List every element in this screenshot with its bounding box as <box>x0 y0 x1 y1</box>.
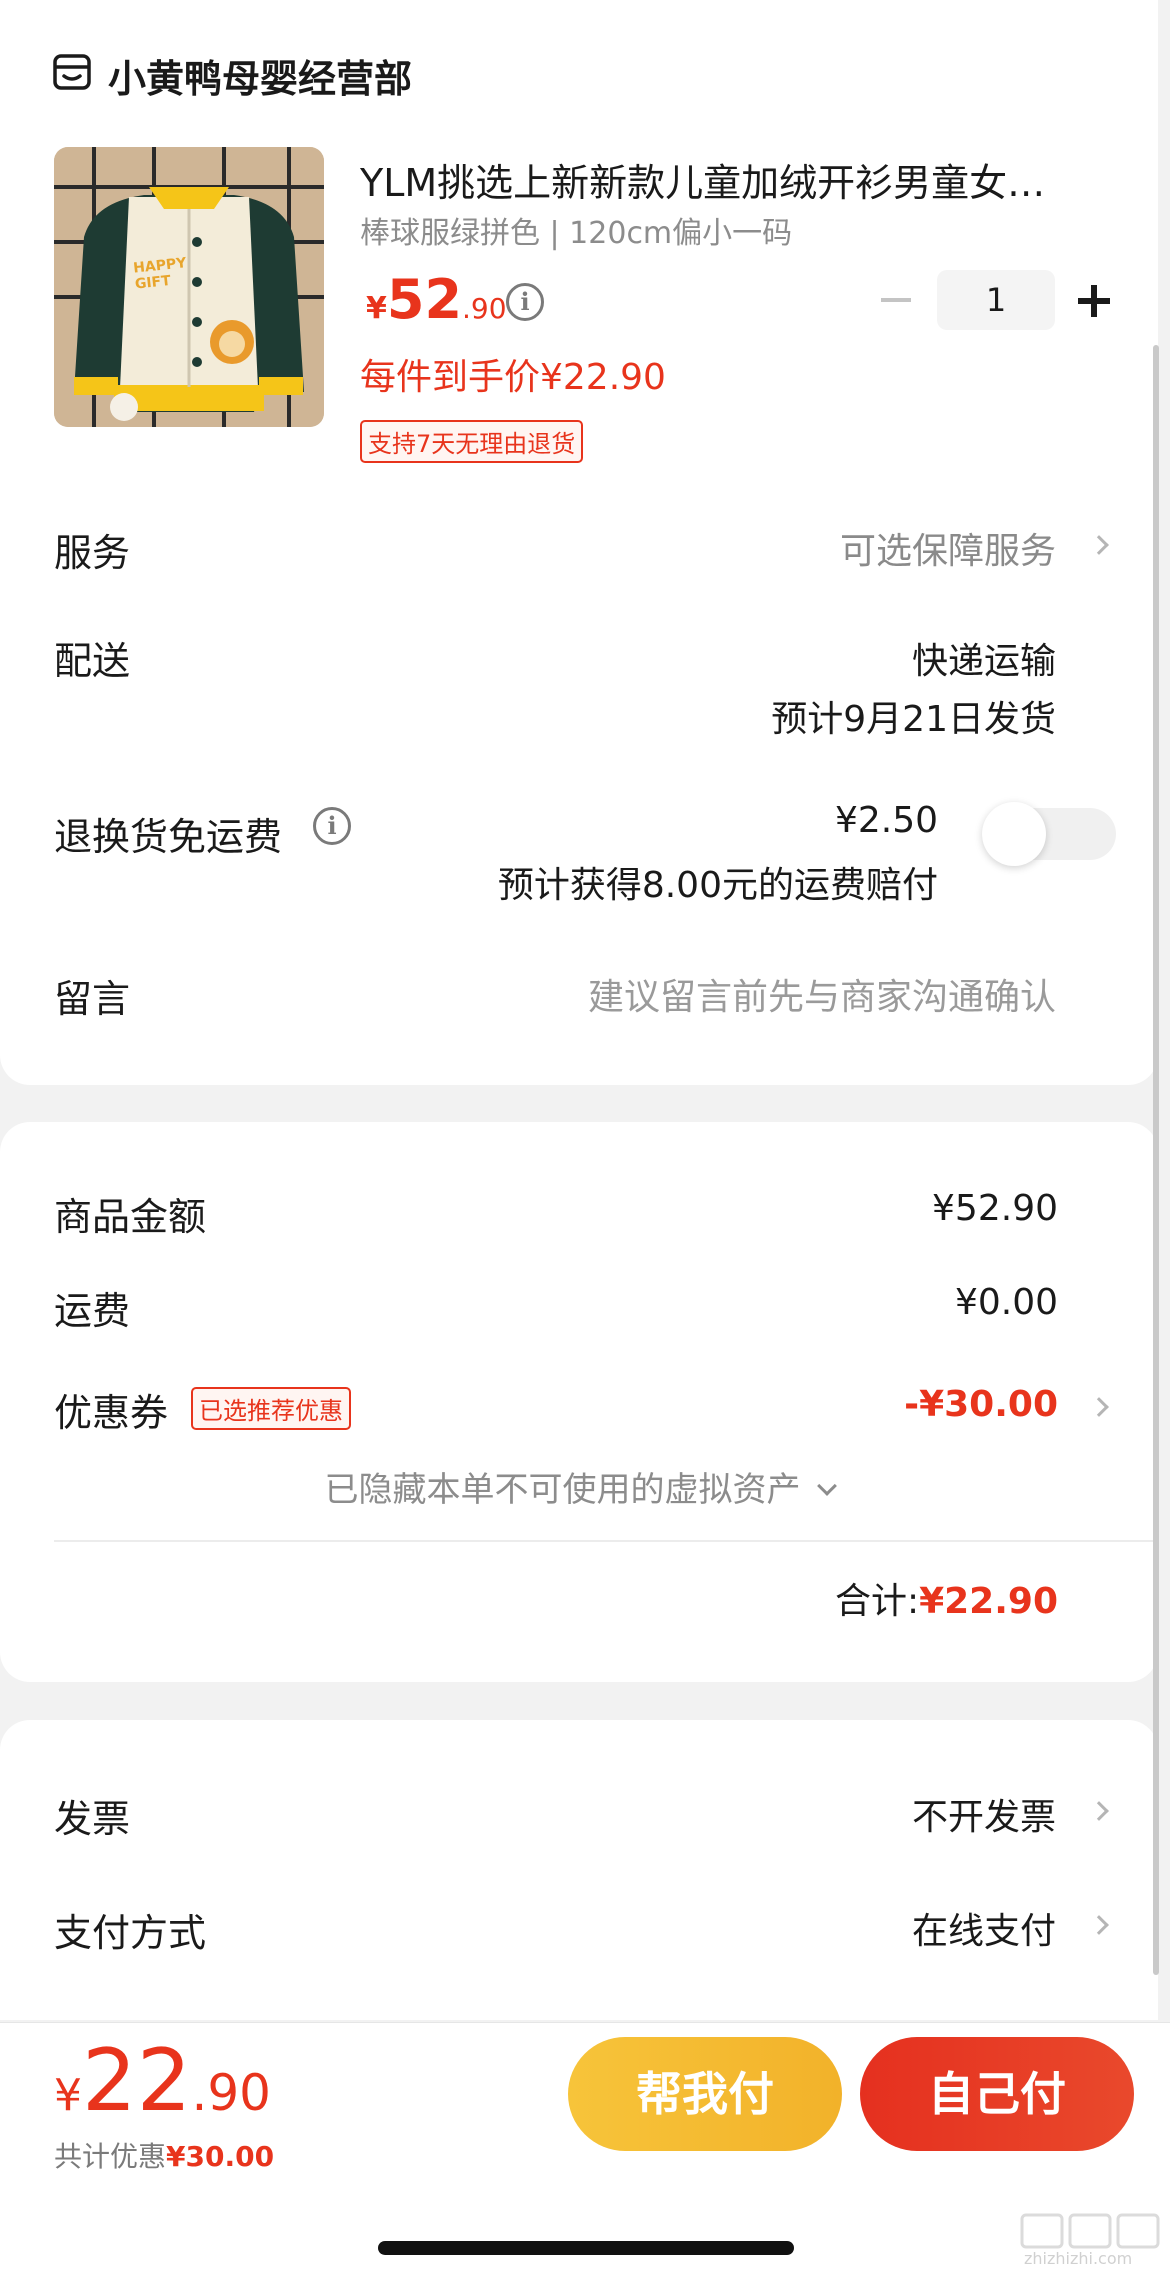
return-info-icon[interactable]: i <box>313 807 351 845</box>
service-label: 服务 <box>54 531 131 575</box>
total-row: 合计:¥22.90 <box>835 1572 1058 1624</box>
bottom-discount-value: ¥30.00 <box>166 2140 275 2173</box>
chevron-right-icon <box>1089 1915 1109 1935</box>
product-title[interactable]: YLM挑选上新新款儿童加绒开衫男童女… <box>360 152 1100 207</box>
product-price-decimal: .90 <box>462 292 507 325</box>
watermark: zhizhizhi.com <box>1010 2213 1170 2272</box>
message-input[interactable]: 建议留言前先与商家沟通确认 <box>588 968 1056 1020</box>
bottom-price-decimal: .90 <box>191 2064 271 2122</box>
coupon-tag: 已选推荐优惠 <box>191 1387 351 1430</box>
chevron-right-icon <box>1089 1801 1109 1821</box>
product-image[interactable]: HAPPY GIFT <box>54 147 324 427</box>
hidden-assets-toggle[interactable]: 已隐藏本单不可使用的虚拟资产 <box>0 1462 1158 1511</box>
coupon-value: -¥30.00 <box>904 1384 1058 1425</box>
coupon-label: 优惠券 <box>54 1391 169 1435</box>
return-policy-tag: 支持7天无理由退货 <box>360 420 584 463</box>
chevron-down-icon <box>816 1476 837 1496</box>
bottom-price-integer: 22 <box>82 2031 192 2131</box>
help-pay-button[interactable]: 帮我付 <box>568 2037 842 2151</box>
quantity-stepper: 1 <box>878 270 1118 330</box>
price-info-icon[interactable]: i <box>506 283 544 321</box>
goods-amount-label: 商品金额 <box>54 1195 207 1239</box>
bottom-discount: 共计优惠¥30.00 <box>54 2135 274 2175</box>
final-price: 每件到手价¥22.90 <box>360 357 666 398</box>
product-price-symbol: ¥ <box>366 291 387 326</box>
total-value: ¥22.90 <box>919 1581 1058 1622</box>
watermark-logo <box>1020 2213 1160 2249</box>
payment-method-label: 支付方式 <box>54 1911 207 1955</box>
shipping-value: ¥0.00 <box>954 1282 1058 1323</box>
bottom-bar: ¥22.90 共计优惠¥30.00 帮我付 自己付 zhizhizhi.com <box>0 2022 1170 2272</box>
scrollbar[interactable] <box>1153 345 1159 1975</box>
payment-method-value: 在线支付 <box>911 1911 1056 1952</box>
invoice-label: 发票 <box>54 1797 131 1841</box>
delivery-date: 预计9月21日发货 <box>771 699 1056 740</box>
product-price: ¥52.90 <box>366 268 507 331</box>
quantity-input[interactable]: 1 <box>937 270 1055 330</box>
bottom-total-price: ¥22.90 <box>54 2031 271 2131</box>
minus-icon[interactable] <box>881 298 911 302</box>
return-freight-note: 预计获得8.00元的运费赔付 <box>497 865 938 906</box>
order-item-card: 小黄鸭母婴经营部 HAPPY GIFT YLM挑选上新新款儿童加绒开衫男童女… … <box>0 0 1158 1085</box>
self-pay-button[interactable]: 自己付 <box>860 2037 1134 2151</box>
chevron-right-icon <box>1089 1397 1109 1417</box>
total-label: 合计: <box>834 1581 920 1622</box>
product-spec[interactable]: 棒球服绿拼色 | 120cm偏小一码 <box>360 208 792 252</box>
plus-icon[interactable] <box>1078 285 1110 317</box>
goods-amount-value: ¥52.90 <box>932 1188 1058 1229</box>
toggle-knob <box>982 802 1046 866</box>
bottom-discount-label: 共计优惠 <box>54 2140 167 2173</box>
service-value: 可选保障服务 <box>839 531 1056 572</box>
price-summary-card: 商品金额 ¥52.90 运费 ¥0.00 优惠券 已选推荐优惠 -¥30.00 … <box>0 1122 1158 1682</box>
divider <box>54 1540 1158 1542</box>
store-name: 小黄鸭母婴经营部 <box>108 57 413 101</box>
message-label: 留言 <box>54 977 131 1021</box>
product-price-integer: 52 <box>386 268 463 331</box>
return-freight-price: ¥2.50 <box>834 800 938 841</box>
delivery-label: 配送 <box>54 639 131 683</box>
shipping-label: 运费 <box>54 1289 131 1333</box>
hidden-assets-text: 已隐藏本单不可使用的虚拟资产 <box>324 1470 801 1510</box>
home-indicator <box>378 2241 794 2255</box>
return-freight-toggle[interactable] <box>982 802 1116 866</box>
invoice-value: 不开发票 <box>911 1797 1056 1838</box>
bottom-price-symbol: ¥ <box>54 2070 82 2121</box>
store-icon <box>53 54 91 90</box>
return-freight-label: 退换货免运费 <box>54 815 283 859</box>
payment-options-card: 发票 不开发票 支付方式 在线支付 <box>0 1720 1158 2020</box>
watermark-text: zhizhizhi.com <box>1024 2249 1133 2268</box>
delivery-method: 快递运输 <box>911 641 1056 682</box>
chevron-right-icon <box>1089 535 1109 555</box>
